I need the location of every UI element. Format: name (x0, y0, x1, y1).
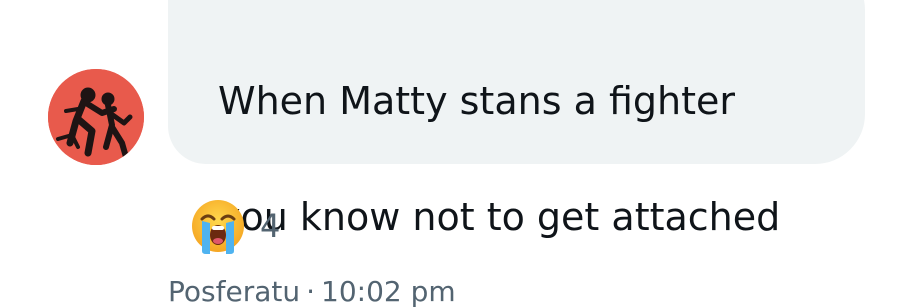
reaction-pill[interactable]: 4 (190, 196, 280, 256)
reaction-count: 4 (260, 207, 281, 245)
sender-name[interactable]: Posferatu (168, 275, 300, 307)
sender-avatar[interactable] (48, 69, 144, 165)
message-meta: Posferatu · 10:02 pm (168, 272, 456, 307)
message-timestamp: 10:02 pm (321, 275, 456, 307)
message-line-2: you know not to get attached (218, 195, 781, 239)
meta-separator: · (306, 275, 315, 307)
message-text: When Matty stans a fighter you know not … (218, 14, 848, 304)
avatar-artwork-icon (48, 69, 144, 165)
message-line-1: When Matty stans a fighter (218, 79, 735, 123)
dm-conversation: When Matty stans a fighter you know not … (0, 0, 921, 307)
loudly-crying-face-icon (192, 200, 244, 254)
